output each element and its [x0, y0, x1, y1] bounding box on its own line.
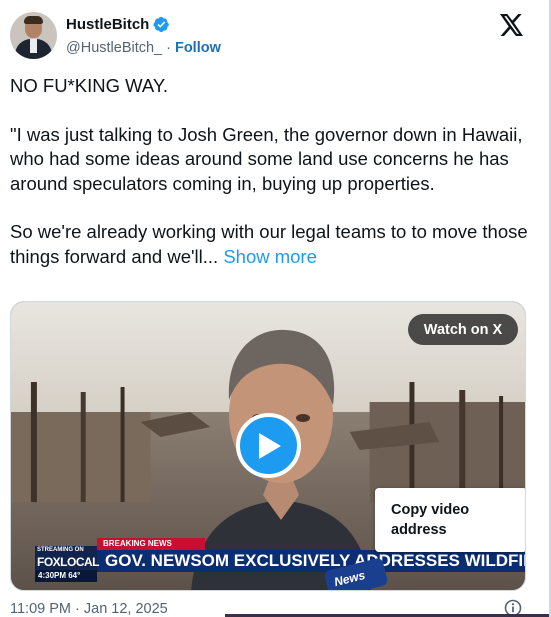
author-handle-line: @HustleBitch_ · Follow [66, 40, 221, 56]
author-handle[interactable]: @HustleBitch_ [66, 40, 162, 56]
verified-badge-icon [153, 16, 170, 33]
avatar-shirt [30, 39, 37, 53]
network-brand: FOXLOCAL [37, 555, 100, 569]
headline-banner: GOV. NEWSOM EXCLUSIVELY ADDRESSES WILDFI… [97, 550, 525, 572]
avatar[interactable] [10, 12, 57, 59]
video-player[interactable]: Watch on X BREAKING NEWS GOV. NEWSOM EXC… [10, 301, 526, 591]
separator-dot: · [166, 40, 171, 56]
tweet-body: NO FU*KING WAY. "I was just talking to J… [10, 74, 530, 293]
tweet-card: HustleBitch @HustleBitch_ · Follow NO FU… [0, 0, 551, 617]
watch-on-x-button[interactable]: Watch on X [408, 314, 518, 345]
follow-button[interactable]: Follow [175, 40, 221, 56]
network-streaming-label: STREAMING ON [37, 547, 84, 553]
x-logo-icon[interactable] [500, 14, 524, 36]
avatar-hair [24, 16, 43, 24]
tweet-timestamp[interactable]: 11:09 PM · Jan 12, 2025 [10, 601, 168, 617]
broadcast-time: 4:30PM 64° [35, 570, 97, 582]
play-button[interactable] [236, 413, 301, 478]
show-more-link[interactable]: Show more [223, 246, 317, 267]
author-display-name[interactable]: HustleBitch [66, 16, 149, 33]
context-menu-copy-video-address[interactable]: Copy video address [375, 488, 525, 552]
tweet-paragraph-last: So we're already working with our legal … [10, 220, 530, 269]
play-icon [258, 432, 281, 459]
breaking-news-banner: BREAKING NEWS [97, 538, 205, 550]
author-name-line: HustleBitch [66, 16, 170, 33]
tweet-paragraph: NO FU*KING WAY. [10, 75, 168, 96]
tweet-paragraph: "I was just talking to Josh Green, the g… [10, 123, 523, 194]
